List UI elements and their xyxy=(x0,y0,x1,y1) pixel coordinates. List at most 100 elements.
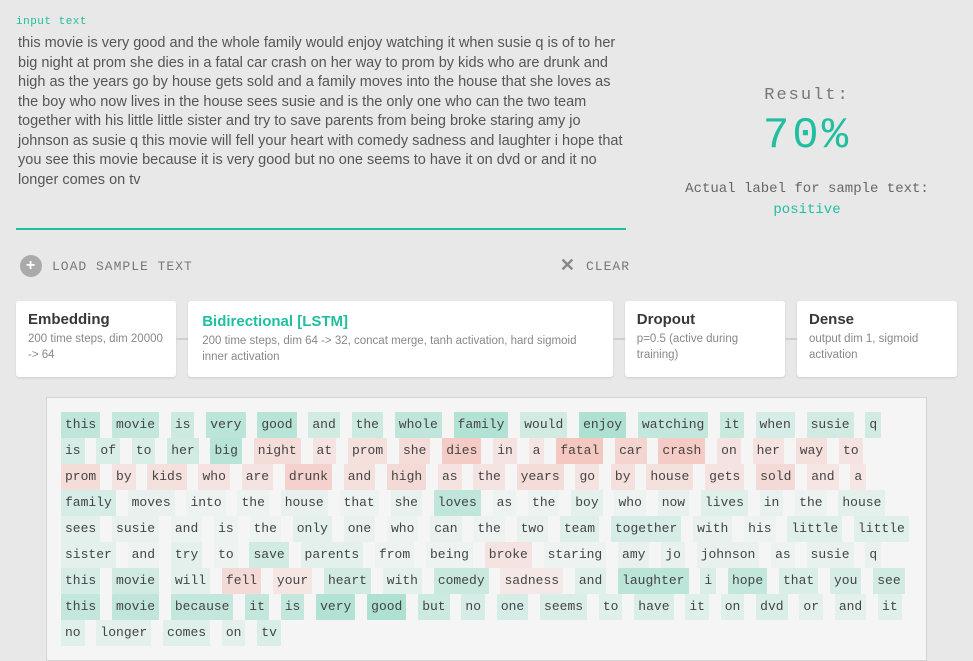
token: good xyxy=(257,412,296,438)
token: the xyxy=(473,464,504,490)
token: as xyxy=(438,464,462,490)
token: i xyxy=(700,568,716,594)
token: on xyxy=(222,620,246,646)
load-sample-label: LOAD SAMPLE TEXT xyxy=(52,259,193,274)
token: that xyxy=(340,490,379,516)
token: no xyxy=(461,594,485,620)
pipeline: Embedding200 time steps, dim 20000 -> 64… xyxy=(16,301,957,377)
token: sadness xyxy=(500,568,563,594)
stage-title: Dropout xyxy=(637,311,773,328)
token: sees xyxy=(61,516,100,542)
token: q xyxy=(865,412,881,438)
token: go xyxy=(575,464,599,490)
token: broke xyxy=(485,542,532,568)
token: gets xyxy=(705,464,744,490)
token: the xyxy=(352,412,383,438)
pipeline-connector xyxy=(785,338,797,340)
token: of xyxy=(96,438,120,464)
pipeline-stage-dense[interactable]: Denseoutput dim 1, sigmoid activation xyxy=(797,301,957,377)
input-label: input text xyxy=(16,16,633,28)
token: very xyxy=(316,594,355,620)
token: in xyxy=(493,438,517,464)
clear-label: CLEAR xyxy=(586,259,630,274)
token: little xyxy=(854,516,909,542)
pipeline-stage-dropout[interactable]: Dropoutp=0.5 (active during training) xyxy=(625,301,785,377)
token: is xyxy=(214,516,238,542)
token: and xyxy=(171,516,202,542)
token: sold xyxy=(756,464,795,490)
token: together xyxy=(611,516,681,542)
clear-button[interactable]: ✕ CLEAR xyxy=(560,255,630,277)
token: the xyxy=(473,516,504,542)
token: house xyxy=(646,464,693,490)
stage-subtitle: output dim 1, sigmoid activation xyxy=(809,332,945,363)
load-sample-button[interactable]: + LOAD SAMPLE TEXT xyxy=(20,255,193,277)
token: and xyxy=(575,568,606,594)
token: q xyxy=(865,542,881,568)
input-textarea[interactable] xyxy=(16,30,626,230)
token: her xyxy=(167,438,198,464)
actual-label-prefix: Actual label for sample text: xyxy=(685,181,929,197)
token: amy xyxy=(618,542,649,568)
token: house xyxy=(281,490,328,516)
token: big xyxy=(210,438,241,464)
token: are xyxy=(242,464,273,490)
token: she xyxy=(391,490,422,516)
pipeline-stage-bidirectional-lstm[interactable]: Bidirectional [LSTM]200 time steps, dim … xyxy=(188,301,612,377)
token: family xyxy=(61,490,116,516)
token: on xyxy=(717,438,741,464)
token: on xyxy=(721,594,745,620)
token: in xyxy=(760,490,784,516)
token: hope xyxy=(728,568,767,594)
token: to xyxy=(839,438,863,464)
token: will xyxy=(171,568,210,594)
actual-label-value: positive xyxy=(773,202,840,218)
token: from xyxy=(375,542,414,568)
token: to xyxy=(599,594,623,620)
token: kids xyxy=(147,464,186,490)
token: by xyxy=(112,464,136,490)
token: family xyxy=(454,412,509,438)
token: with xyxy=(693,516,732,542)
token: to xyxy=(214,542,238,568)
token: no xyxy=(61,620,85,646)
close-icon: ✕ xyxy=(560,255,576,277)
pipeline-stage-embedding[interactable]: Embedding200 time steps, dim 20000 -> 64 xyxy=(16,301,176,377)
token: moves xyxy=(128,490,175,516)
token: his xyxy=(744,516,775,542)
token: years xyxy=(517,464,564,490)
token: laughter xyxy=(618,568,688,594)
token: she xyxy=(399,438,430,464)
token: crash xyxy=(658,438,705,464)
token: it xyxy=(878,594,902,620)
token: prom xyxy=(348,438,387,464)
actual-label-line: Actual label for sample text: positive xyxy=(657,179,957,221)
token: is xyxy=(171,412,195,438)
token: by xyxy=(611,464,635,490)
token: your xyxy=(273,568,312,594)
token: johnson xyxy=(697,542,760,568)
token: only xyxy=(293,516,332,542)
token: a xyxy=(529,438,545,464)
result-value: 70% xyxy=(657,111,957,161)
token: loves xyxy=(434,490,481,516)
token: one xyxy=(344,516,375,542)
token: susie xyxy=(112,516,159,542)
token: movie xyxy=(112,568,159,594)
token: boy xyxy=(571,490,602,516)
token: high xyxy=(387,464,426,490)
token: the xyxy=(795,490,826,516)
token: is xyxy=(61,438,85,464)
token: way xyxy=(796,438,827,464)
token: susie xyxy=(807,542,854,568)
token: to xyxy=(132,438,156,464)
token: being xyxy=(426,542,473,568)
token: a xyxy=(850,464,866,490)
token: is xyxy=(281,594,305,620)
token: would xyxy=(520,412,567,438)
token: it xyxy=(245,594,269,620)
token-visualization: this movie is very good and the whole fa… xyxy=(46,397,927,661)
token: this xyxy=(61,568,100,594)
token: comedy xyxy=(434,568,489,594)
token: dies xyxy=(442,438,481,464)
